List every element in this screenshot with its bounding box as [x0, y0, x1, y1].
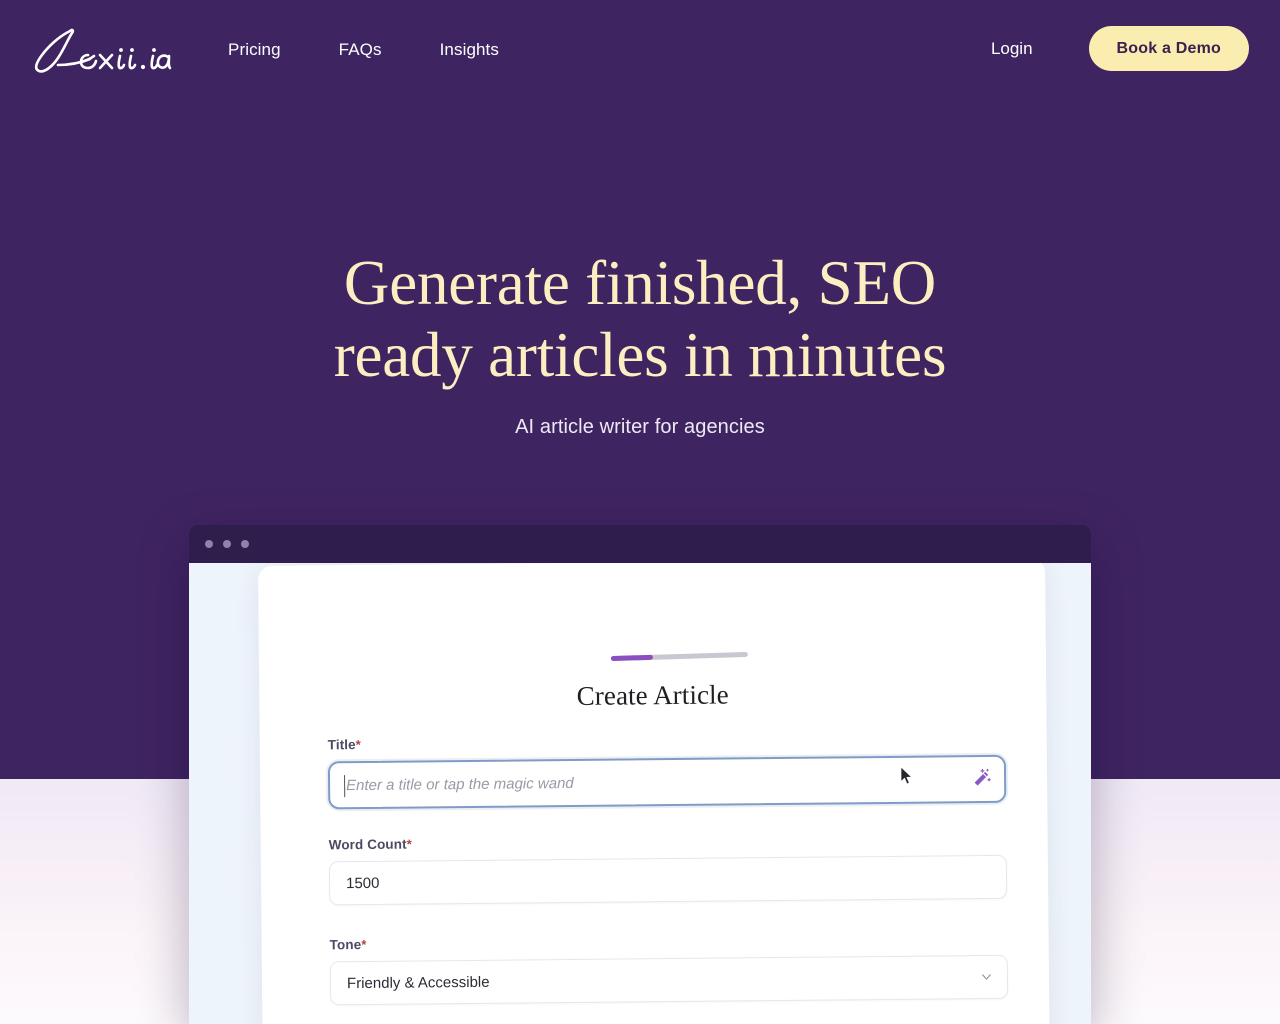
tone-select[interactable]: Friendly & Accessible — [329, 954, 1009, 1006]
wizard-progress-bar — [610, 651, 748, 662]
title-label-text: Title — [327, 737, 356, 753]
landing-page: Pricing FAQs Insights Login Book a Demo … — [0, 0, 1280, 1024]
chevron-down-icon[interactable] — [980, 970, 993, 983]
browser-chrome-bar — [189, 525, 1091, 563]
window-controls — [205, 540, 249, 548]
app-preview-window: Create Article Title* Enter a title or t… — [189, 525, 1091, 1024]
title-label: Title* — [327, 731, 1006, 753]
lexii-script-wordmark-icon — [34, 28, 172, 73]
window-dot-maximize-icon[interactable] — [241, 540, 249, 548]
window-dot-close-icon[interactable] — [205, 540, 213, 548]
magic-wand-icon[interactable] — [970, 768, 992, 790]
nav-link-faqs[interactable]: FAQs — [339, 40, 382, 60]
book-a-demo-button[interactable]: Book a Demo — [1088, 26, 1249, 71]
nav-actions: Login Book a Demo — [991, 26, 1249, 71]
window-dot-minimize-icon[interactable] — [223, 540, 231, 548]
card-title: Create Article — [576, 679, 729, 711]
form-field-title: Title* Enter a title or tap the magic wa… — [328, 731, 1007, 810]
nav-link-pricing[interactable]: Pricing — [228, 40, 281, 60]
headline-line-2: ready articles in minutes — [333, 319, 947, 390]
required-marker: * — [361, 936, 367, 953]
top-navigation-bar: Pricing FAQs Insights Login Book a Demo — [0, 0, 1280, 102]
nav-links: Pricing FAQs Insights — [228, 40, 499, 60]
tone-value: Friendly & Accessible — [346, 973, 490, 992]
form-field-tone: Tone* Friendly & Accessible — [330, 931, 1009, 1006]
tone-label-text: Tone — [329, 937, 362, 953]
hero-subheadline: AI article writer for agencies — [515, 416, 765, 438]
wizard-progress-fill — [610, 654, 653, 662]
form-field-word-count: Word Count* 1500 — [329, 831, 1008, 906]
create-article-card: Create Article Title* Enter a title or t… — [258, 563, 1050, 1024]
login-link[interactable]: Login — [991, 39, 1033, 59]
text-caret — [344, 775, 346, 798]
tone-label: Tone* — [329, 931, 1008, 953]
word-count-input[interactable]: 1500 — [328, 854, 1008, 906]
hero-headline: Generate finished, SEO ready articles in… — [0, 248, 1280, 392]
word-count-label-text: Word Count — [328, 836, 407, 853]
word-count-label: Word Count* — [329, 831, 1007, 853]
required-marker: * — [406, 836, 412, 852]
required-marker: * — [355, 737, 361, 753]
lexii-logo[interactable] — [28, 25, 188, 77]
word-count-value: 1500 — [345, 874, 380, 892]
nav-link-insights[interactable]: Insights — [440, 40, 499, 60]
app-viewport: Create Article Title* Enter a title or t… — [189, 563, 1091, 1024]
title-placeholder: Enter a title or tap the magic wand — [346, 774, 574, 794]
title-input[interactable]: Enter a title or tap the magic wand — [327, 754, 1007, 810]
headline-line-1: Generate finished, SEO — [343, 248, 937, 318]
